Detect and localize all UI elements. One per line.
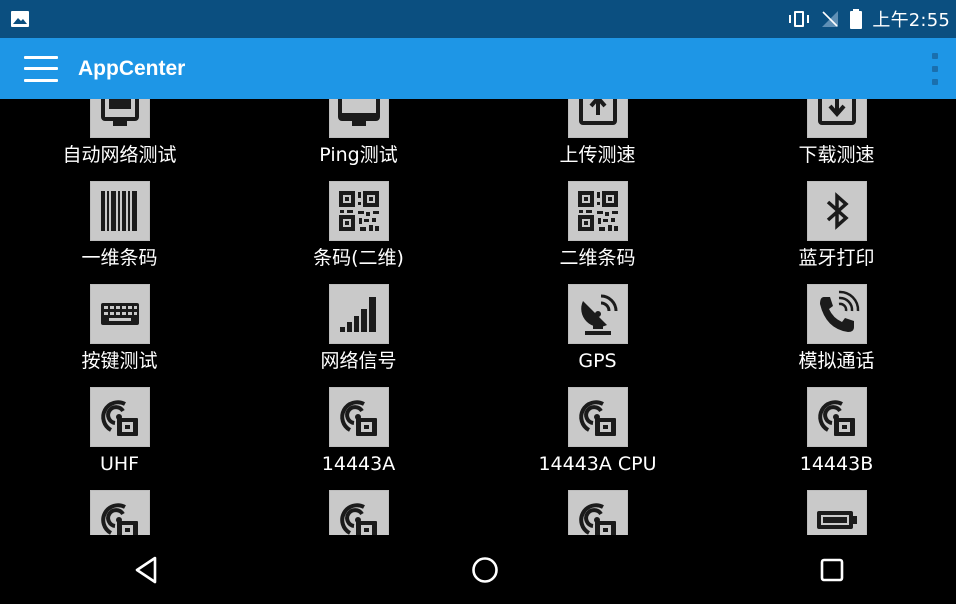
app-label: GPS [578,350,617,372]
app-label: 按键测试 [81,350,158,372]
battery-icon [850,9,863,29]
app-tile[interactable]: 蓝牙打印 [717,174,956,277]
app-label: 网络信号 [320,350,397,372]
app-grid-row: 一维条码 条码(二维) 二维条码 蓝牙打印 [0,174,956,277]
app-tile[interactable] [717,483,956,535]
status-left [10,10,30,28]
app-label: 蓝牙打印 [798,247,875,269]
app-tile[interactable]: 模拟通话 [717,277,956,380]
nfc-card-icon [567,490,628,535]
app-label: 上传测速 [559,144,636,166]
app-tile[interactable]: 自动网络测试 [0,99,239,174]
app-tile[interactable]: GPS [478,277,717,380]
recents-icon[interactable] [814,552,850,588]
barcode-icon [89,181,150,241]
app-grid-content: 自动网络测试 Ping测试 上传测速 下载测速一维条码 条码(二维) 二维条码 蓝牙打印按键… [0,99,956,535]
bluetooth-icon [806,181,867,241]
qrcode-icon [328,181,389,241]
nfc-card-icon [328,387,389,447]
app-label: 下载测速 [798,144,875,166]
keyboard-icon [89,284,150,344]
app-tile[interactable]: 14443A CPU [478,380,717,483]
no-signal-icon [822,11,839,27]
app-label: 自动网络测试 [62,144,177,166]
app-tile[interactable] [239,483,478,535]
signal-bars-icon [328,284,389,344]
upload-speed-icon [567,99,628,138]
app-grid-row: 按键测试 网络信号 GPS 模拟通话 [0,277,956,380]
status-right: 上午2:55 [788,6,950,32]
back-icon[interactable] [128,552,164,588]
image-notification-icon [11,11,29,27]
app-label: 14443A CPU [538,453,657,475]
vibrate-icon [789,11,810,27]
status-time: 上午2:55 [872,10,950,31]
overflow-menu-icon[interactable] [930,52,940,85]
app-label: UHF [99,453,140,475]
app-grid-row: UHF 14443A 14443A CPU 14443B [0,380,956,483]
app-label: 模拟通话 [798,350,875,372]
nfc-card-icon [567,387,628,447]
app-tile[interactable]: Ping测试 [239,99,478,174]
app-label: 14443B [799,453,874,475]
app-label: Ping测试 [319,144,398,166]
home-icon[interactable] [467,552,503,588]
app-tile[interactable]: 14443A [239,380,478,483]
app-grid-row [0,483,956,535]
app-tile[interactable]: 上传测速 [478,99,717,174]
nfc-card-icon [89,490,150,535]
phone-call-icon [806,284,867,344]
app-tile[interactable]: 按键测试 [0,277,239,380]
app-bar: AppCenter [0,38,956,99]
app-tile[interactable]: 14443B [717,380,956,483]
app-title: AppCenter [78,56,186,80]
nfc-card-icon [806,387,867,447]
battery-icon [806,490,867,535]
nfc-card-icon [89,387,150,447]
app-label: 条码(二维) [313,247,404,269]
status-bar: 上午2:55 [0,0,956,38]
ping-test-icon [328,99,389,138]
download-speed-icon [806,99,867,138]
nfc-card-icon [328,490,389,535]
app-tile[interactable]: 二维条码 [478,174,717,277]
app-tile[interactable]: 下载测速 [717,99,956,174]
app-tile[interactable] [478,483,717,535]
navigation-bar [0,535,956,604]
qrcode-icon [567,181,628,241]
app-grid-row: 自动网络测试 Ping测试 上传测速 下载测速 [0,99,956,174]
network-test-icon [89,99,150,138]
app-label: 二维条码 [559,247,636,269]
app-label: 一维条码 [81,247,158,269]
hamburger-menu-icon[interactable] [24,55,58,82]
app-tile[interactable]: UHF [0,380,239,483]
app-tile[interactable]: 条码(二维) [239,174,478,277]
app-grid[interactable]: 自动网络测试 Ping测试 上传测速 下载测速一维条码 条码(二维) 二维条码 蓝牙打印按键… [0,99,956,535]
app-label: 14443A [321,453,396,475]
app-tile[interactable] [0,483,239,535]
app-tile[interactable]: 网络信号 [239,277,478,380]
satellite-dish-icon [567,284,628,344]
app-tile[interactable]: 一维条码 [0,174,239,277]
